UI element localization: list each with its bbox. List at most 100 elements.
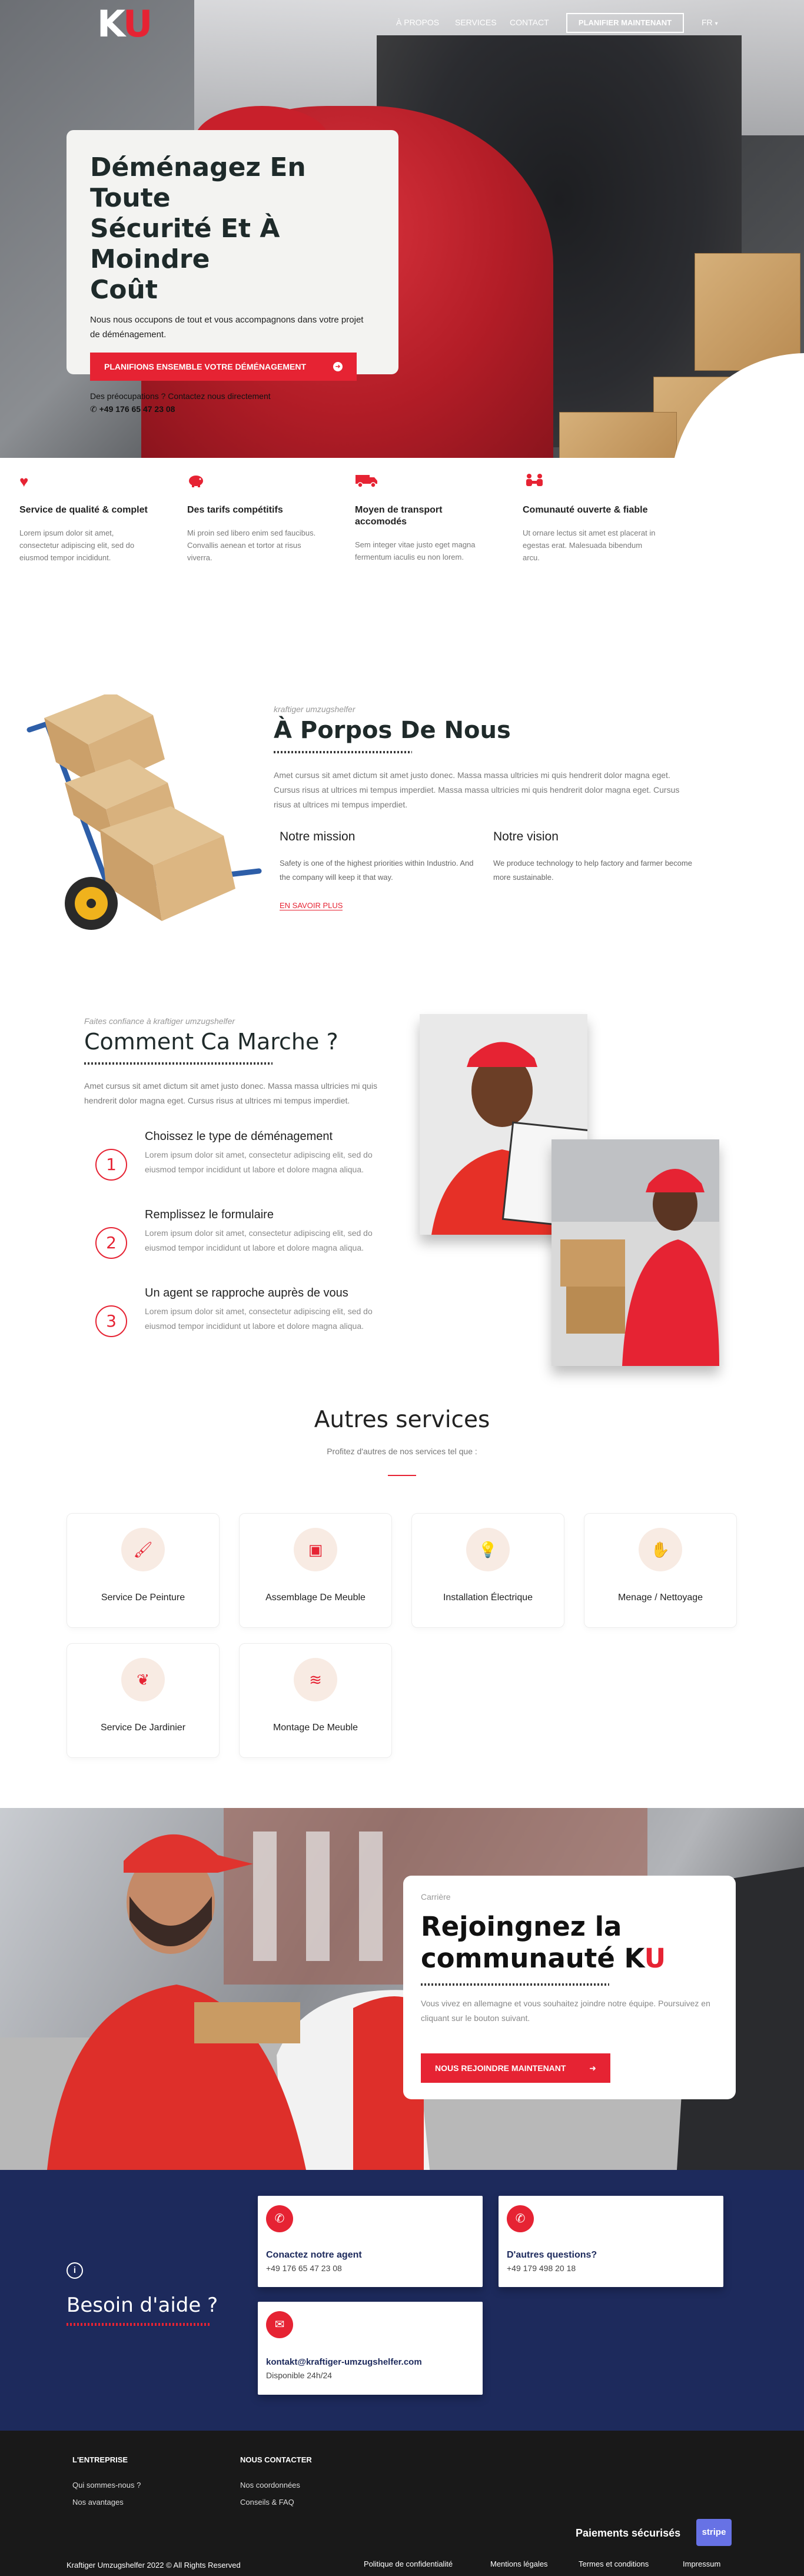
hero-title-line: Déménagez En Toute <box>90 152 306 213</box>
join-title-accent: U <box>644 1943 666 1974</box>
mission-text: Safety is one of the highest priorities … <box>280 859 474 882</box>
service-label: Montage De Meuble <box>273 1723 358 1733</box>
join-card: Carrière Rejoingnez la communauté KU Vou… <box>403 1876 736 2099</box>
hero-button-label: PLANIFIONS ENSEMBLE VOTRE DÉMÉNAGEMENT <box>104 362 307 371</box>
step-title: Remplissez le formulaire <box>145 1208 274 1221</box>
how-title: Comment Ca Marche ? <box>84 1029 338 1055</box>
phone-icon: ✆ <box>266 2205 293 2232</box>
logo-k: K <box>97 2 125 45</box>
service-card[interactable]: ✋ Menage / Nettoyage <box>584 1513 737 1628</box>
feature-text: Sem integer vitae justo eget magna ferme… <box>355 540 476 561</box>
nav-link-contact[interactable]: CONTACT <box>510 18 549 27</box>
footer-link-contact[interactable]: Nos coordonnées <box>240 2481 300 2489</box>
title-underline <box>421 1983 609 1986</box>
info-icon: i <box>67 2262 83 2279</box>
hero-subtitle: Nous nous occupons de tout et vous accom… <box>90 315 364 340</box>
hand-truck-illustration <box>12 692 265 942</box>
join-section: Carrière Rejoingnez la communauté KU Vou… <box>0 1808 804 2170</box>
toolbox-icon: ▣ <box>294 1528 337 1571</box>
help-card-email[interactable]: ✉ kontakt@kraftiger-umzugshelfer.com Dis… <box>258 2302 483 2395</box>
footer-link-legal[interactable]: Mentions légales <box>490 2560 548 2568</box>
footer-link-faq[interactable]: Conseils & FAQ <box>240 2498 294 2507</box>
step-text: Lorem ipsum dolor sit amet, consectetur … <box>145 1307 373 1331</box>
how-text: Amet cursus sit amet dictum sit amet jus… <box>84 1081 377 1105</box>
title-underline <box>274 751 412 753</box>
nav-link-apropos[interactable]: À PROPOS <box>396 18 439 27</box>
feature-text: Mi proin sed libero enim sed faucibus. C… <box>187 529 316 562</box>
hero-card: Déménagez En Toute Sécurité Et À Moindre… <box>67 130 398 414</box>
service-label: Service De Jardinier <box>100 1723 186 1733</box>
phone-icon: ✆ <box>507 2205 534 2232</box>
features-section: ♥ Service de qualité & complet Lorem ips… <box>0 458 672 596</box>
help-card-sub: Disponible 24h/24 <box>266 2371 333 2380</box>
footer-link-privacy[interactable]: Politique de confidentialité <box>364 2560 453 2568</box>
logo[interactable]: KU <box>97 6 152 42</box>
help-card-agent[interactable]: ✆ Conactez notre agent +49 176 65 47 23 … <box>258 2196 483 2287</box>
help-card-sub: +49 179 498 20 18 <box>507 2263 576 2273</box>
footer-link-advantages[interactable]: Nos avantages <box>72 2498 124 2507</box>
nav-link-services[interactable]: SERVICES <box>455 18 497 27</box>
leaf-icon: ❦ <box>121 1658 165 1701</box>
hero-box <box>695 253 800 371</box>
footer-link-impressum[interactable]: Impressum <box>683 2560 720 2568</box>
heart-icon: ♥ <box>19 473 29 490</box>
join-title: Rejoingnez la communauté KU <box>421 1911 666 1975</box>
hero-phone-number: +49 176 65 47 23 08 <box>99 404 175 414</box>
title-underline <box>67 2323 210 2326</box>
service-card[interactable]: ▣ Assemblage De Meuble <box>239 1513 392 1628</box>
step-number: 1 <box>95 1149 127 1181</box>
join-kicker: Carrière <box>421 1892 451 1902</box>
copyright: Kraftiger Umzugshelfer 2022 © All Rights… <box>67 2561 241 2570</box>
feature-item: Comunauté ouverte & fiable Ut ornare lec… <box>523 473 658 564</box>
join-text: Vous vivez en allemagne et vous souhaite… <box>421 1999 710 2023</box>
help-card-title: kontakt@kraftiger-umzugshelfer.com <box>266 2357 422 2367</box>
about-kicker: kraftiger umzugshelfer <box>274 704 356 714</box>
vision-title: Notre vision <box>493 830 559 843</box>
service-label: Service De Peinture <box>101 1593 185 1603</box>
vision-text: We produce technology to help factory an… <box>493 859 692 882</box>
step-title: Choissez le type de déménagement <box>145 1130 333 1143</box>
feature-item: ♥ Service de qualité & complet Lorem ips… <box>19 473 155 564</box>
footer: L'ENTREPRISE Qui sommes-nous ? Nos avant… <box>0 2431 804 2576</box>
help-section: i Besoin d'aide ? ✆ Conactez notre agent… <box>0 2170 804 2431</box>
people-icon <box>523 473 658 494</box>
hand-cleaning-icon: ✋ <box>639 1528 682 1571</box>
step-number: 2 <box>95 1227 127 1259</box>
footer-link-terms[interactable]: Termes et conditions <box>579 2560 649 2568</box>
about-title: À Porpos De Nous <box>274 717 511 744</box>
arrow-right-icon: ➜ <box>333 362 343 371</box>
feature-title: Comunauté ouverte & fiable <box>523 505 648 515</box>
phone-icon: ✆ <box>90 404 99 414</box>
step-title: Un agent se rapproche auprès de vous <box>145 1287 348 1299</box>
service-card[interactable]: 💡 Installation Électrique <box>411 1513 564 1628</box>
language-label: FR <box>702 18 713 27</box>
logo-u: U <box>122 2 152 45</box>
nav-plan-button[interactable]: PLANIFIER MAINTENANT <box>566 13 684 33</box>
service-card[interactable]: ❦ Service De Jardinier <box>67 1643 220 1758</box>
help-card-title: D'autres questions? <box>507 2250 597 2260</box>
mission-title: Notre mission <box>280 830 356 843</box>
service-card[interactable]: ≋ Montage De Meuble <box>239 1643 392 1758</box>
lightbulb-icon: 💡 <box>466 1528 510 1571</box>
learn-more-link[interactable]: EN SAVOIR PLUS <box>280 901 343 910</box>
join-button[interactable]: NOUS REJOINDRE MAINTENANT ➜ <box>421 2053 610 2083</box>
help-card-sub: +49 176 65 47 23 08 <box>266 2263 342 2273</box>
help-card-questions[interactable]: ✆ D'autres questions? +49 179 498 20 18 <box>499 2196 723 2287</box>
feature-text: Ut ornare lectus sit amet est placerat i… <box>523 529 656 562</box>
hero-phone[interactable]: ✆ +49 176 65 47 23 08 <box>90 404 375 414</box>
footer-link-about[interactable]: Qui sommes-nous ? <box>72 2481 141 2489</box>
hero-title-line: Sécurité Et À Moindre <box>90 214 280 274</box>
help-title: Besoin d'aide ? <box>67 2294 218 2317</box>
how-kicker: Faites confiance à kraftiger umzugshelfe… <box>84 1016 235 1026</box>
service-card[interactable]: 🖌 Service De Peinture <box>67 1513 220 1628</box>
step-number: 3 <box>95 1305 127 1337</box>
service-label: Installation Électrique <box>443 1593 533 1603</box>
piggy-bank-icon <box>187 473 323 494</box>
step-text: Lorem ipsum dolor sit amet, consectetur … <box>145 1150 373 1174</box>
services-subtitle: Profitez d'autres de nos services tel qu… <box>327 1447 477 1456</box>
feature-title: Service de qualité & complet <box>19 505 148 515</box>
hero-plan-button[interactable]: PLANIFIONS ENSEMBLE VOTRE DÉMÉNAGEMENT ➜ <box>90 353 357 381</box>
language-selector[interactable]: FR ▾ <box>702 18 718 27</box>
feature-text: Lorem ipsum dolor sit amet, consectetur … <box>19 529 135 562</box>
hero-contact-question: Des préocupations ? Contactez nous direc… <box>90 391 271 401</box>
